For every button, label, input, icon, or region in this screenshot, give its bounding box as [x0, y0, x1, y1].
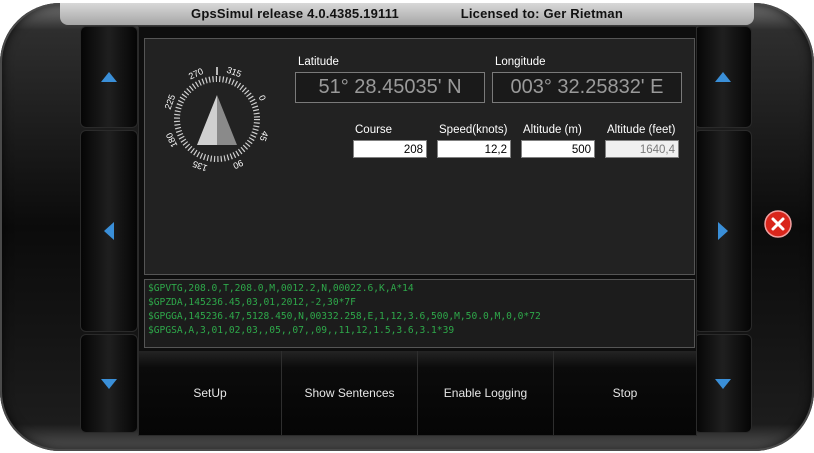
compass-rose: 225270 31504590135180 [163, 65, 271, 173]
course-input[interactable]: 208 [353, 140, 427, 158]
enable-logging-button[interactable]: Enable Logging [418, 351, 554, 435]
arrow-up-icon [715, 72, 731, 82]
arrow-left-icon [104, 222, 114, 240]
nmea-sentence-log: $GPVTG,208.0,T,208.0,M,0012.2,N,00022.6,… [144, 279, 695, 348]
arrow-down-icon [101, 378, 117, 389]
compass-needle [197, 95, 237, 145]
stop-button[interactable]: Stop [554, 351, 696, 435]
setup-button[interactable]: SetUp [139, 351, 282, 435]
bottom-toolbar: SetUp Show Sentences Enable Logging Stop [139, 351, 696, 435]
right-button-column [694, 26, 752, 433]
window-title-bar: GpsSimul release 4.0.4385.19111 Licensed… [0, 6, 814, 21]
longitude-field: 003° 32.25832' E [492, 72, 682, 103]
sentence-line: $GPGSA,A,3,01,02,03,,05,,07,,09,,11,12,1… [148, 325, 455, 336]
arrow-right-icon [718, 222, 728, 240]
left-up-button[interactable] [80, 26, 138, 128]
compass-label: 45 [258, 130, 271, 143]
speed-label: Speed(knots) [439, 124, 508, 136]
right-right-button[interactable] [694, 130, 752, 332]
close-button[interactable] [764, 210, 792, 238]
compass-label: 0 [257, 94, 268, 103]
latitude-label: Latitude [298, 56, 339, 68]
altitude-m-label: Altitude (m) [523, 124, 582, 136]
sentence-line: $GPGGA,145236.47,5128.450,N,00332.258,E,… [148, 311, 541, 322]
latitude-field: 51° 28.45035' N [295, 72, 485, 103]
show-sentences-button[interactable]: Show Sentences [282, 351, 418, 435]
gps-data-panel: 225 270 315 0 45 90 135 180 Latitude 51° 28.450… [144, 38, 695, 275]
right-up-button[interactable] [694, 26, 752, 128]
left-left-button[interactable] [80, 130, 138, 332]
course-label: Course [355, 124, 393, 136]
right-down-button[interactable] [694, 334, 752, 433]
arrow-up-icon [101, 72, 117, 82]
arrow-down-icon [715, 378, 731, 389]
altitude-ft-label: Altitude (feet) [607, 124, 676, 136]
app-title: GpsSimul release 4.0.4385.19111 [191, 6, 399, 21]
compass-label: 90 [231, 158, 244, 171]
license-text: Licensed to: Ger Rietman [460, 6, 623, 21]
longitude-label: Longitude [495, 56, 546, 68]
main-screen: 225 270 315 0 45 90 135 180 Latitude 51° 28.450… [138, 26, 697, 436]
sentence-line: $GPZDA,145236.45,03,01,2012,-2,30*7F [148, 297, 356, 308]
compass-label: 315 [225, 65, 243, 79]
left-down-button[interactable] [80, 334, 138, 433]
sentence-line: $GPVTG,208.0,T,208.0,M,0012.2,N,00022.6,… [148, 283, 414, 294]
compass-label: 135 [191, 159, 209, 173]
altitude-m-input[interactable]: 500 [521, 140, 595, 158]
compass-label: 180 [164, 131, 179, 149]
compass-label: 225 [163, 93, 177, 111]
left-button-column [80, 26, 138, 433]
speed-input[interactable]: 12,2 [437, 140, 511, 158]
close-icon [764, 210, 792, 238]
altitude-ft-field: 1640,4 [605, 140, 679, 158]
